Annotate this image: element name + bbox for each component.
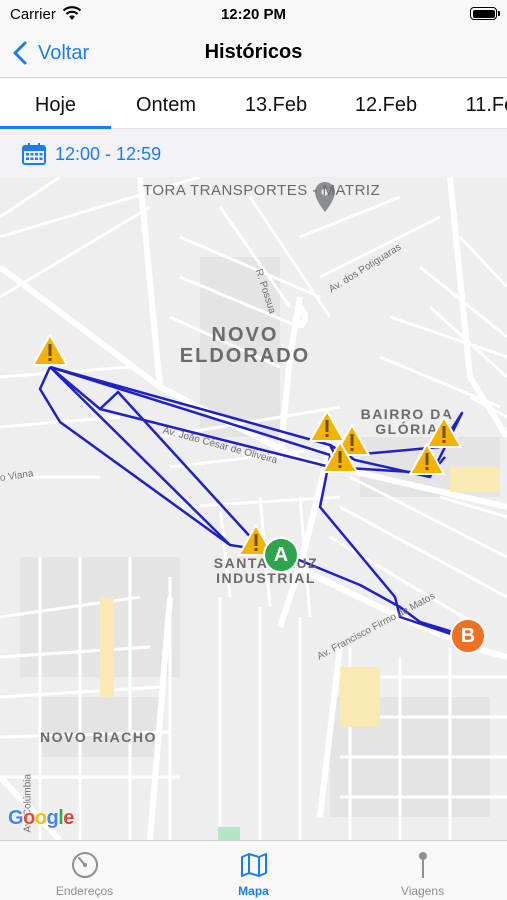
selected-tab-indicator [0,126,111,129]
status-bar: Carrier 12:20 PM [0,0,507,30]
battery-icon [470,7,500,20]
end-marker[interactable]: B [450,618,486,654]
calendar-icon [22,143,46,165]
time-range-label: 12:00 - 12:59 [55,143,162,164]
navigation-bar: Voltar Históricos [0,30,507,78]
warning-icon[interactable] [31,333,69,367]
tab-mapa[interactable]: Mapa [169,841,338,900]
time-range-picker[interactable]: 12:00 - 12:59 [22,142,161,166]
poi-label: TORA TRANSPORTES - MATRIZ [143,182,381,199]
neighborhood-novo-eldorado: NOVO ELDORADO [179,324,311,367]
map-view[interactable]: TORA TRANSPORTES - MATRIZ NOVO ELDORADO … [0,177,507,840]
tab-11-feb[interactable]: 11.Feb [441,79,507,128]
tab-label: Mapa [238,884,269,898]
tab-today[interactable]: Hoje [0,79,111,128]
warning-icon[interactable] [321,440,359,474]
date-tabs: Hoje Ontem 13.Feb 12.Feb 11.Feb [0,79,507,129]
warning-icon[interactable] [408,442,446,476]
clock-label: 12:20 PM [220,6,287,23]
tab-13-feb[interactable]: 13.Feb [221,79,331,128]
time-filter-row: 12:00 - 12:59 [0,130,507,177]
bottom-tab-bar: Endereços Mapa Viagens [0,840,507,900]
tab-label: Endereços [55,884,114,898]
tab-label: Viagens [400,884,445,898]
map-icon [241,853,267,877]
neighborhood-novo-riacho: NOVO RIACHO [40,729,157,745]
google-logo: Google [8,807,74,829]
tab-enderecos[interactable]: Endereços [0,841,169,900]
tab-yesterday[interactable]: Ontem [111,79,221,128]
speedometer-icon [72,852,98,878]
tab-viagens[interactable]: Viagens [338,841,507,900]
tab-12-feb[interactable]: 12.Feb [331,79,441,128]
start-marker[interactable]: A [263,537,299,573]
page-title: Históricos [204,41,303,63]
pin-icon [419,852,427,878]
